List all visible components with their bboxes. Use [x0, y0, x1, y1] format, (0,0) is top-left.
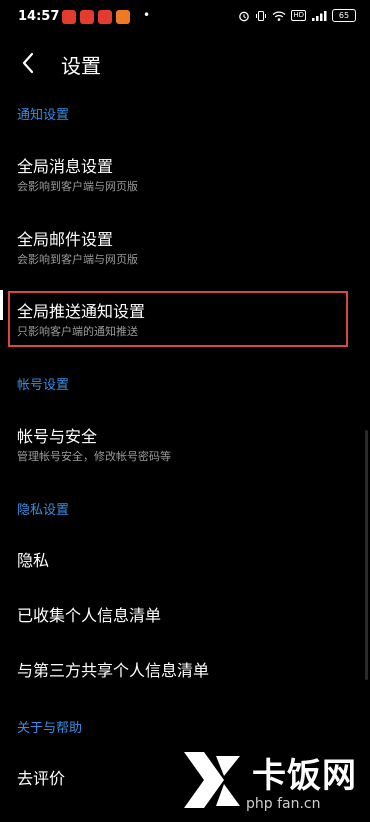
global-push-notification-settings[interactable]: 全局推送通知设置 只影响客户端的通知推送	[17, 302, 352, 339]
watermark-logo-icon	[184, 752, 240, 808]
section-account-header: 帐号设置	[17, 378, 70, 393]
app-icon-4	[116, 10, 130, 24]
item-title: 与第三方共享个人信息清单	[17, 661, 210, 680]
app-icon-2	[80, 10, 94, 24]
status-right: HD 65	[238, 9, 356, 22]
item-title: 全局邮件设置	[17, 230, 114, 249]
header: 设置	[0, 40, 370, 86]
back-arrow-icon[interactable]	[18, 50, 40, 76]
section-notify-header: 通知设置	[17, 108, 70, 123]
global-message-settings[interactable]: 全局消息设置 会影响到客户端与网页版	[17, 157, 352, 194]
app-icon-3	[98, 10, 112, 24]
status-dot: •	[143, 8, 151, 22]
item-title: 全局消息设置	[17, 157, 114, 176]
third-party-sharing-list[interactable]: 与第三方共享个人信息清单	[17, 661, 352, 681]
collected-info-list[interactable]: 已收集个人信息清单	[17, 606, 352, 626]
alarm-icon	[239, 11, 250, 21]
section-privacy-header: 隐私设置	[17, 503, 70, 518]
watermark-text: 卡饭网	[252, 756, 357, 796]
item-subtitle: 会影响到客户端与网页版	[17, 180, 138, 193]
item-title: 隐私	[17, 551, 50, 570]
item-subtitle: 管理帐号安全，修改帐号密码等	[17, 450, 171, 463]
privacy-item[interactable]: 隐私	[17, 551, 352, 571]
status-app-icons	[62, 10, 130, 24]
scrollbar[interactable]	[365, 430, 368, 680]
hd-badge: HD	[291, 10, 306, 21]
item-title: 帐号与安全	[17, 427, 98, 446]
item-title: 全局推送通知设置	[17, 302, 146, 321]
signal-icon	[312, 10, 327, 21]
page-title: 设置	[61, 54, 101, 78]
section-about-header: 关于与帮助	[17, 721, 83, 736]
status-time: 14:57	[18, 9, 60, 24]
wifi-icon	[272, 10, 286, 21]
edge-marker	[0, 290, 3, 320]
status-bar: 14:57 • HD 65	[0, 0, 370, 34]
global-mail-settings[interactable]: 全局邮件设置 会影响到客户端与网页版	[17, 230, 352, 267]
app-icon-1	[62, 10, 76, 24]
vibrate-icon	[256, 10, 267, 21]
account-security[interactable]: 帐号与安全 管理帐号安全，修改帐号密码等	[17, 427, 352, 464]
item-subtitle: 只影响客户端的通知推送	[17, 325, 138, 338]
watermark-url: php fan.cn	[246, 796, 321, 812]
item-title: 已收集个人信息清单	[17, 606, 162, 625]
battery-indicator: 65	[332, 9, 356, 22]
item-subtitle: 会影响到客户端与网页版	[17, 253, 138, 266]
